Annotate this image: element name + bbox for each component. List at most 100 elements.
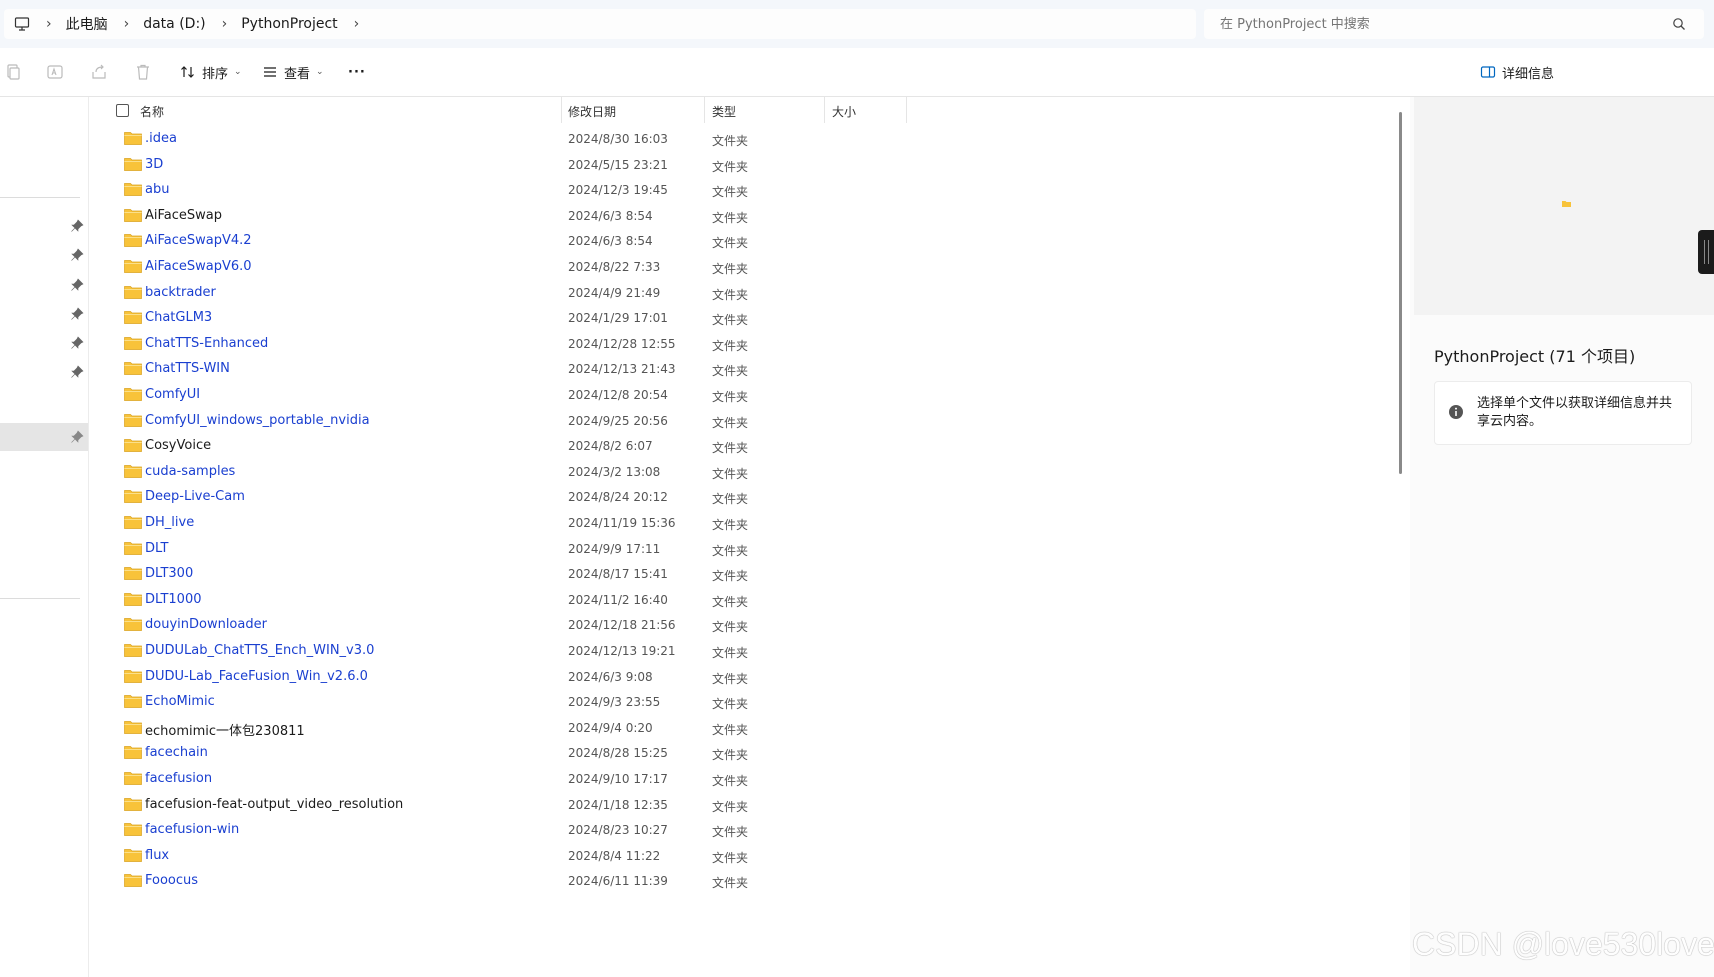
file-name[interactable]: ChatTTS-Enhanced xyxy=(145,336,268,351)
file-type: 文件夹 xyxy=(712,518,749,532)
table-row[interactable]: EchoMimic 2024/9/3 23:55 文件夹 xyxy=(92,688,1402,716)
select-all-checkbox[interactable] xyxy=(116,104,129,117)
table-row[interactable]: DLT 2024/9/9 17:11 文件夹 xyxy=(92,535,1402,563)
table-row[interactable]: DUDU-Lab_FaceFusion_Win_v2.6.0 2024/6/3 9… xyxy=(92,663,1402,691)
table-row[interactable]: DLT300 2024/8/17 15:41 文件夹 xyxy=(92,560,1402,588)
file-name[interactable]: abu xyxy=(145,182,169,197)
file-name[interactable]: Deep-Live-Cam xyxy=(145,489,245,504)
breadcrumb-this-pc[interactable]: 此电脑 xyxy=(66,14,108,34)
file-name[interactable]: ComfyUI xyxy=(145,387,200,402)
breadcrumb-python-project[interactable]: PythonProject xyxy=(241,16,337,32)
table-row[interactable]: DUDULab_ChatTTS_Ench_WIN_v3.0 2024/12/13 … xyxy=(92,637,1402,665)
file-name[interactable]: echomimic一体包230811 xyxy=(145,720,305,739)
computer-icon[interactable] xyxy=(14,16,30,32)
table-row[interactable]: .idea 2024/8/30 16:03 文件夹 xyxy=(92,125,1402,153)
file-name[interactable]: Fooocus xyxy=(145,873,198,888)
file-name[interactable]: facefusion-win xyxy=(145,822,239,837)
file-name[interactable]: DUDU-Lab_FaceFusion_Win_v2.6.0 xyxy=(145,669,368,684)
table-row[interactable]: Deep-Live-Cam 2024/8/24 20:12 文件夹 xyxy=(92,483,1402,511)
file-name[interactable]: ComfyUI_windows_portable_nvidia xyxy=(145,413,370,428)
table-row[interactable]: douyinDownloader 2024/12/18 21:56 文件夹 xyxy=(92,611,1402,639)
file-name[interactable]: douyinDownloader xyxy=(145,617,267,632)
file-name[interactable]: ChatTTS-WIN xyxy=(145,361,230,376)
column-divider[interactable] xyxy=(906,97,907,123)
search-icon[interactable] xyxy=(1672,17,1686,31)
table-row[interactable]: cuda-samples 2024/3/2 13:08 文件夹 xyxy=(92,458,1402,486)
file-name[interactable]: cuda-samples xyxy=(145,464,235,479)
table-row[interactable]: ComfyUI_windows_portable_nvidia 2024/9/25… xyxy=(92,407,1402,435)
table-row[interactable]: DH_live 2024/11/19 15:36 文件夹 xyxy=(92,509,1402,537)
more-button[interactable]: ··· xyxy=(348,61,366,83)
pin-icon[interactable] xyxy=(70,336,84,350)
file-name[interactable]: flux xyxy=(145,848,169,863)
table-row[interactable]: ChatTTS-Enhanced 2024/12/28 12:55 文件夹 xyxy=(92,330,1402,358)
table-row[interactable]: facefusion 2024/9/10 17:17 文件夹 xyxy=(92,765,1402,793)
details-pane-button[interactable]: 详细信息 xyxy=(1480,61,1554,83)
column-type[interactable]: 类型 xyxy=(712,103,736,120)
column-divider[interactable] xyxy=(704,97,705,123)
table-row[interactable]: ChatTTS-WIN 2024/12/13 21:43 文件夹 xyxy=(92,355,1402,383)
share-icon[interactable] xyxy=(90,63,108,81)
file-name[interactable]: DLT300 xyxy=(145,566,193,581)
column-name[interactable]: 名称 xyxy=(140,103,164,120)
address-bar[interactable]: › 此电脑 › data (D:) › PythonProject › xyxy=(4,9,1196,39)
pin-icon[interactable] xyxy=(70,248,84,262)
file-name[interactable]: AiFaceSwapV4.2 xyxy=(145,233,252,248)
file-name[interactable]: AiFaceSwapV6.0 xyxy=(145,259,252,274)
breadcrumb-data-drive[interactable]: data (D:) xyxy=(143,16,205,32)
pin-icon[interactable] xyxy=(70,219,84,233)
table-row[interactable]: AiFaceSwap 2024/6/3 8:54 文件夹 xyxy=(92,202,1402,230)
file-name[interactable]: AiFaceSwap xyxy=(145,208,222,223)
file-name[interactable]: 3D xyxy=(145,157,163,172)
column-divider[interactable] xyxy=(561,97,562,123)
file-name[interactable]: CosyVoice xyxy=(145,438,211,453)
pin-icon[interactable] xyxy=(70,307,84,321)
file-name[interactable]: backtrader xyxy=(145,285,216,300)
pin-icon[interactable] xyxy=(70,278,84,292)
table-row[interactable]: 3D 2024/5/15 23:21 文件夹 xyxy=(92,151,1402,179)
rename-icon[interactable] xyxy=(46,63,64,81)
copy-icon[interactable] xyxy=(4,63,22,81)
table-row[interactable]: facefusion-feat-output_video_resolution 2… xyxy=(92,791,1402,819)
file-name[interactable]: facefusion-feat-output_video_resolution xyxy=(145,797,403,812)
file-date: 2024/5/15 23:21 xyxy=(568,157,668,172)
search-box[interactable] xyxy=(1204,9,1704,39)
search-input[interactable] xyxy=(1218,15,1662,33)
address-row: › 此电脑 › data (D:) › PythonProject › xyxy=(0,0,1714,48)
table-row[interactable]: AiFaceSwapV6.0 2024/8/22 7:33 文件夹 xyxy=(92,253,1402,281)
file-name[interactable]: DUDULab_ChatTTS_Ench_WIN_v3.0 xyxy=(145,643,374,658)
table-row[interactable]: AiFaceSwapV4.2 2024/6/3 8:54 文件夹 xyxy=(92,227,1402,255)
column-date[interactable]: 修改日期 xyxy=(568,103,616,120)
table-row[interactable]: facefusion-win 2024/8/23 10:27 文件夹 xyxy=(92,816,1402,844)
table-row[interactable]: backtrader 2024/4/9 21:49 文件夹 xyxy=(92,279,1402,307)
table-row[interactable]: ChatGLM3 2024/1/29 17:01 文件夹 xyxy=(92,304,1402,332)
sort-button[interactable]: 排序 ⌄ xyxy=(180,61,242,83)
delete-icon[interactable] xyxy=(134,63,152,81)
file-name[interactable]: DLT1000 xyxy=(145,592,202,607)
pin-icon[interactable] xyxy=(70,430,84,444)
folder-icon xyxy=(124,336,142,350)
file-name[interactable]: DH_live xyxy=(145,515,194,530)
file-name[interactable]: DLT xyxy=(145,541,168,556)
table-row[interactable]: ComfyUI 2024/12/8 20:54 文件夹 xyxy=(92,381,1402,409)
vertical-scrollbar[interactable] xyxy=(1399,112,1402,474)
view-button[interactable]: 查看 ⌄ xyxy=(262,61,324,83)
column-size[interactable]: 大小 xyxy=(832,103,856,120)
table-row[interactable]: flux 2024/8/4 11:22 文件夹 xyxy=(92,842,1402,870)
table-row[interactable]: facechain 2024/8/28 15:25 文件夹 xyxy=(92,739,1402,767)
table-row[interactable]: CosyVoice 2024/8/2 6:07 文件夹 xyxy=(92,432,1402,460)
file-name[interactable]: facefusion xyxy=(145,771,212,786)
file-name[interactable]: ChatGLM3 xyxy=(145,310,212,325)
side-handle[interactable] xyxy=(1698,230,1714,274)
column-divider[interactable] xyxy=(824,97,825,123)
file-date: 2024/1/18 12:35 xyxy=(568,797,668,812)
table-row[interactable]: echomimic一体包230811 2024/9/4 0:20 文件夹 xyxy=(92,714,1402,742)
table-row[interactable]: Fooocus 2024/6/11 11:39 文件夹 xyxy=(92,867,1402,895)
file-name[interactable]: facechain xyxy=(145,745,208,760)
table-row[interactable]: abu 2024/12/3 19:45 文件夹 xyxy=(92,176,1402,204)
file-name[interactable]: EchoMimic xyxy=(145,694,215,709)
pin-icon[interactable] xyxy=(70,365,84,379)
file-name[interactable]: .idea xyxy=(145,131,177,146)
table-row[interactable]: DLT1000 2024/11/2 16:40 文件夹 xyxy=(92,586,1402,614)
chevron-right-icon[interactable]: › xyxy=(354,16,360,32)
